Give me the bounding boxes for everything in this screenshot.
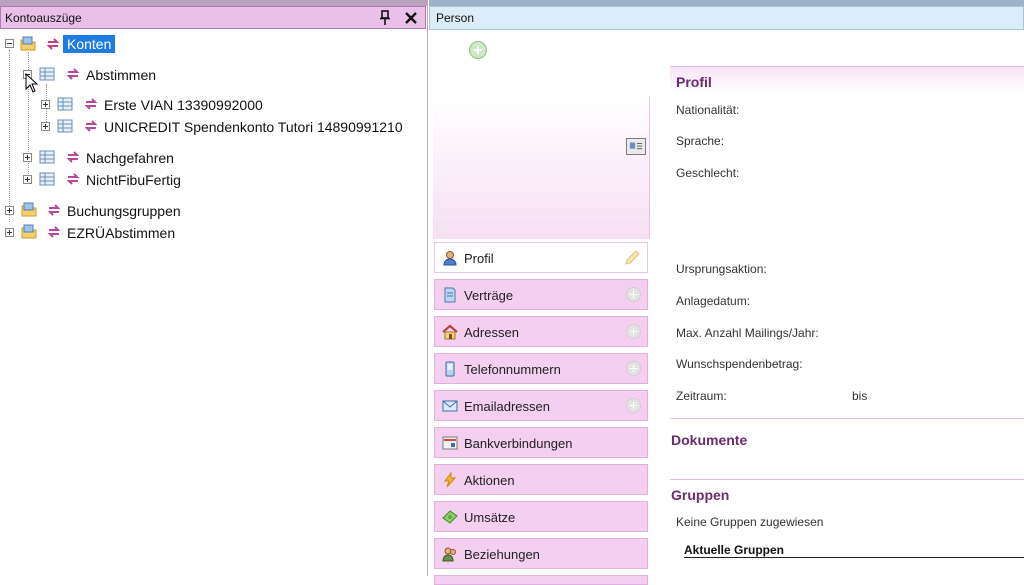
nav-item-adressen[interactable]: Adressen bbox=[434, 316, 648, 347]
nav-label: Telefonnummern bbox=[464, 362, 561, 377]
dokumente-section-header: Dokumente bbox=[670, 425, 1024, 451]
vcard-icon[interactable] bbox=[626, 138, 646, 155]
nav-item-profil[interactable]: Profil bbox=[434, 242, 648, 273]
mouse-cursor-icon bbox=[25, 73, 39, 93]
panel-title-bar: Person bbox=[429, 6, 1024, 30]
sync-icon bbox=[47, 226, 61, 238]
profil-heading: Profil bbox=[676, 74, 712, 90]
table-icon bbox=[57, 97, 73, 111]
tree-item-abstimmen[interactable]: Abstimmen bbox=[86, 67, 156, 83]
tree-item-erste-vian[interactable]: Erste VIAN 13390992000 bbox=[104, 97, 263, 113]
section-divider bbox=[670, 418, 1024, 419]
anlagedatum-label: Anlagedatum: bbox=[676, 294, 751, 308]
user-icon bbox=[443, 251, 457, 266]
keine-gruppen-text: Keine Gruppen zugewiesen bbox=[676, 515, 824, 529]
expand-toggle[interactable] bbox=[41, 122, 50, 131]
nav-label: Profil bbox=[464, 251, 494, 266]
pin-icon[interactable] bbox=[378, 10, 392, 26]
sync-icon bbox=[66, 151, 80, 163]
envelope-icon bbox=[442, 400, 458, 412]
tree-item-ezruabstimmen[interactable]: EZRÜAbstimmen bbox=[67, 225, 175, 241]
add-icon[interactable] bbox=[626, 398, 641, 413]
users-icon bbox=[442, 547, 456, 562]
add-icon[interactable] bbox=[626, 361, 641, 376]
person-panel: Person Profil Verträge Adressen Telefonn… bbox=[429, 0, 1024, 585]
nav-label: Aktionen bbox=[464, 473, 515, 488]
close-icon[interactable] bbox=[403, 10, 419, 26]
nav-item-bankverbindungen[interactable]: Bankverbindungen bbox=[434, 427, 648, 458]
expand-toggle[interactable] bbox=[23, 175, 32, 184]
ursprungsaktion-label: Ursprungsaktion: bbox=[676, 262, 767, 276]
nav-item-vertraege[interactable]: Verträge bbox=[434, 279, 648, 310]
nav-label: Adressen bbox=[464, 325, 519, 340]
nav-label: Beziehungen bbox=[464, 547, 540, 562]
money-icon bbox=[442, 510, 458, 524]
nav-label: Umsätze bbox=[464, 510, 516, 525]
tree-item-nichtfibufertig[interactable]: NichtFibuFertig bbox=[86, 172, 181, 188]
tree-item-buchungsgruppen[interactable]: Buchungsgruppen bbox=[67, 203, 181, 219]
bank-card-icon bbox=[442, 436, 458, 450]
panel-title: Person bbox=[436, 11, 475, 25]
table-icon bbox=[39, 67, 55, 81]
folder-icon bbox=[21, 202, 37, 217]
nationalitaet-label: Nationalität: bbox=[676, 103, 740, 117]
expand-toggle[interactable] bbox=[41, 100, 50, 109]
sync-icon bbox=[47, 204, 61, 216]
phone-icon bbox=[445, 361, 455, 377]
person-photo-area bbox=[433, 96, 650, 239]
tree-item-nachgefahren[interactable]: Nachgefahren bbox=[86, 150, 174, 166]
aktuelle-gruppen-underline bbox=[684, 557, 1024, 558]
table-icon bbox=[39, 150, 55, 164]
add-icon[interactable] bbox=[626, 324, 641, 339]
nav-item-telefonnummern[interactable]: Telefonnummern bbox=[434, 353, 648, 384]
bis-label: bis bbox=[852, 389, 868, 403]
house-icon bbox=[442, 324, 458, 340]
nav-item-emailadressen[interactable]: Emailadressen bbox=[434, 390, 648, 421]
nav-item-aktionen[interactable]: Aktionen bbox=[434, 464, 648, 495]
tree-item-konten[interactable]: Konten bbox=[63, 35, 116, 53]
zeitraum-label: Zeitraum: bbox=[676, 389, 727, 403]
add-icon[interactable] bbox=[469, 41, 487, 59]
lightning-icon bbox=[444, 472, 457, 488]
geschlecht-label: Geschlecht: bbox=[676, 166, 740, 180]
dokumente-heading: Dokumente bbox=[671, 432, 748, 448]
sync-icon bbox=[46, 38, 60, 50]
panel-title-bar: Kontoauszüge bbox=[0, 6, 426, 29]
nav-item-partial[interactable] bbox=[434, 575, 648, 585]
table-icon bbox=[57, 119, 73, 133]
add-icon[interactable] bbox=[626, 287, 641, 302]
sync-icon bbox=[84, 120, 98, 132]
profil-section-header: Profil bbox=[670, 66, 1024, 93]
sync-icon bbox=[66, 173, 80, 185]
nav-label: Emailadressen bbox=[464, 399, 550, 414]
panel-title: Kontoauszüge bbox=[5, 11, 82, 25]
folder-icon bbox=[21, 224, 37, 239]
nav-item-beziehungen[interactable]: Beziehungen bbox=[434, 538, 648, 569]
expand-toggle[interactable] bbox=[23, 153, 32, 162]
sprache-label: Sprache: bbox=[676, 134, 725, 148]
nav-item-umsaetze[interactable]: Umsätze bbox=[434, 501, 648, 532]
nav-label: Verträge bbox=[464, 288, 514, 303]
expand-toggle[interactable] bbox=[5, 206, 14, 215]
tree-item-unicredit[interactable]: UNICREDIT Spendenkonto Tutori 1489099121… bbox=[104, 119, 403, 135]
collapse-toggle[interactable] bbox=[5, 39, 14, 48]
nav-label: Bankverbindungen bbox=[464, 436, 573, 451]
sync-icon bbox=[66, 68, 80, 80]
gruppen-section-header: Gruppen bbox=[670, 480, 1024, 506]
wunschspende-label: Wunschspendenbetrag: bbox=[676, 357, 803, 371]
gruppen-heading: Gruppen bbox=[671, 487, 730, 503]
table-icon bbox=[39, 172, 55, 186]
konten-tree: Konten Abstimmen Erste VIAN 13390992000 bbox=[0, 32, 426, 572]
person-details: Profil Nationalität: Sprache: Geschlecht… bbox=[670, 66, 1024, 576]
expand-toggle[interactable] bbox=[5, 228, 14, 237]
sync-icon bbox=[84, 98, 98, 110]
tree-connector bbox=[9, 50, 10, 222]
folder-icon bbox=[20, 36, 36, 51]
kontoauszuege-panel: Kontoauszüge Konten Abstimmen Erste VIAN… bbox=[0, 0, 428, 576]
aktuelle-gruppen-heading: Aktuelle Gruppen bbox=[684, 543, 785, 557]
pencil-icon[interactable] bbox=[623, 249, 641, 267]
max-mailings-label: Max. Anzahl Mailings/Jahr: bbox=[676, 326, 819, 340]
document-icon bbox=[444, 287, 456, 303]
